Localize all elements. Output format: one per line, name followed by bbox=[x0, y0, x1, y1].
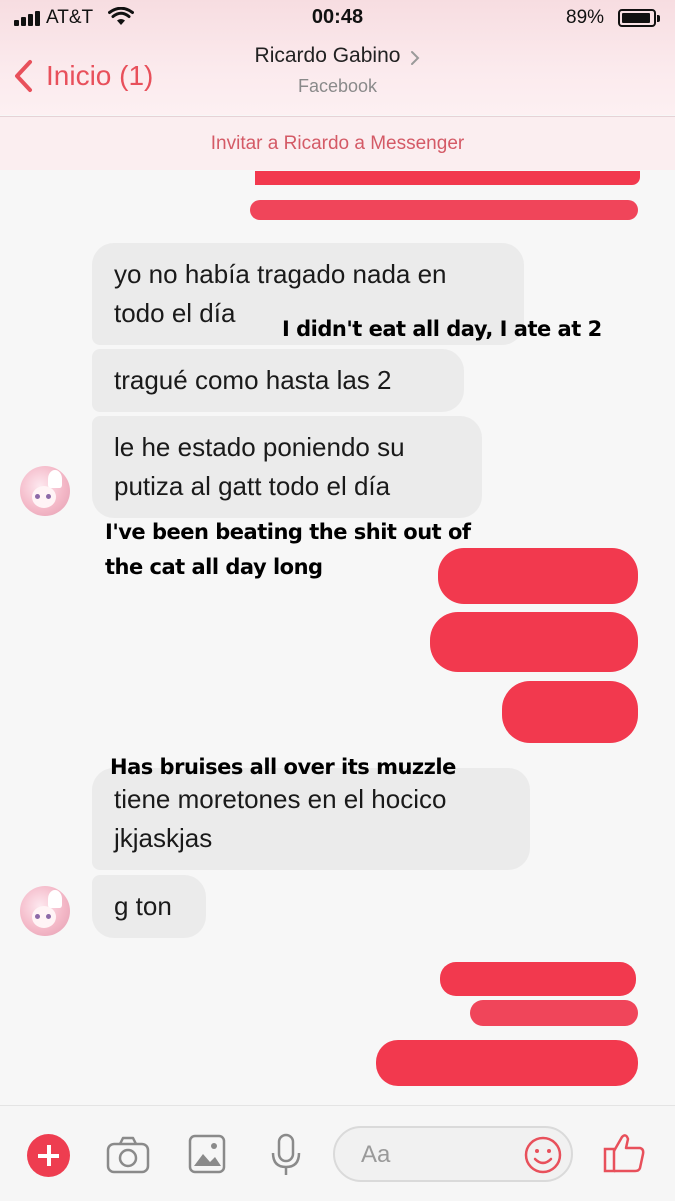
battery-fill bbox=[622, 13, 650, 23]
plus-icon[interactable] bbox=[27, 1134, 70, 1177]
redacted-outgoing-message bbox=[250, 200, 638, 220]
chat-header: AT&T 00:48 89% Inicio (1) Ricardo Gabino… bbox=[0, 0, 675, 115]
camera-icon[interactable] bbox=[106, 1136, 150, 1174]
message-input[interactable] bbox=[359, 1138, 513, 1172]
status-bar: AT&T 00:48 89% bbox=[0, 0, 675, 38]
message-bubble[interactable]: le he estado poniendo su putiza al gatt … bbox=[92, 416, 482, 518]
redacted-outgoing-message bbox=[430, 612, 638, 672]
redacted-outgoing-message bbox=[376, 1040, 638, 1086]
redacted-outgoing-message bbox=[255, 171, 640, 185]
invite-banner[interactable]: Invitar a Ricardo a Messenger bbox=[0, 116, 675, 171]
contact-avatar[interactable] bbox=[20, 886, 70, 936]
translation-annotation: I've been beating the shit out of bbox=[105, 520, 471, 544]
battery-icon bbox=[618, 9, 660, 27]
photo-icon[interactable] bbox=[188, 1134, 226, 1174]
message-line: le he estado poniendo su bbox=[114, 432, 405, 462]
contact-name: Ricardo Gabino bbox=[254, 44, 401, 67]
translation-annotation: I didn't eat all day, I ate at 2 bbox=[282, 317, 602, 341]
contact-avatar[interactable] bbox=[20, 466, 70, 516]
message-line: tiene moretones en el hocico bbox=[114, 784, 447, 814]
message-bubble[interactable]: tragué como hasta las 2 bbox=[92, 349, 464, 412]
message-line: g ton bbox=[114, 891, 172, 921]
contact-source: Facebook bbox=[297, 76, 378, 96]
chevron-right-icon bbox=[411, 50, 420, 65]
message-bubble[interactable]: g ton bbox=[92, 875, 206, 938]
microphone-icon[interactable] bbox=[270, 1133, 302, 1177]
battery-percent: 89% bbox=[566, 7, 605, 28]
redacted-outgoing-message bbox=[502, 681, 638, 743]
redacted-outgoing-message bbox=[440, 962, 636, 996]
translation-annotation: the cat all day long bbox=[105, 555, 323, 579]
message-input-field[interactable] bbox=[333, 1126, 573, 1182]
contact-title[interactable]: Ricardo Gabino Facebook bbox=[0, 44, 675, 97]
emoji-icon[interactable] bbox=[523, 1135, 563, 1175]
thumbs-up-icon[interactable] bbox=[602, 1131, 646, 1175]
redacted-outgoing-message bbox=[470, 1000, 638, 1026]
message-line: jkjaskjas bbox=[114, 823, 213, 853]
redacted-outgoing-message bbox=[438, 548, 638, 604]
translation-annotation: Has bruises all over its muzzle bbox=[110, 755, 456, 779]
message-line: putiza al gatt todo el día bbox=[114, 471, 391, 501]
message-line: tragué como hasta las 2 bbox=[114, 365, 392, 395]
message-line: yo no había tragado nada en bbox=[114, 259, 447, 289]
